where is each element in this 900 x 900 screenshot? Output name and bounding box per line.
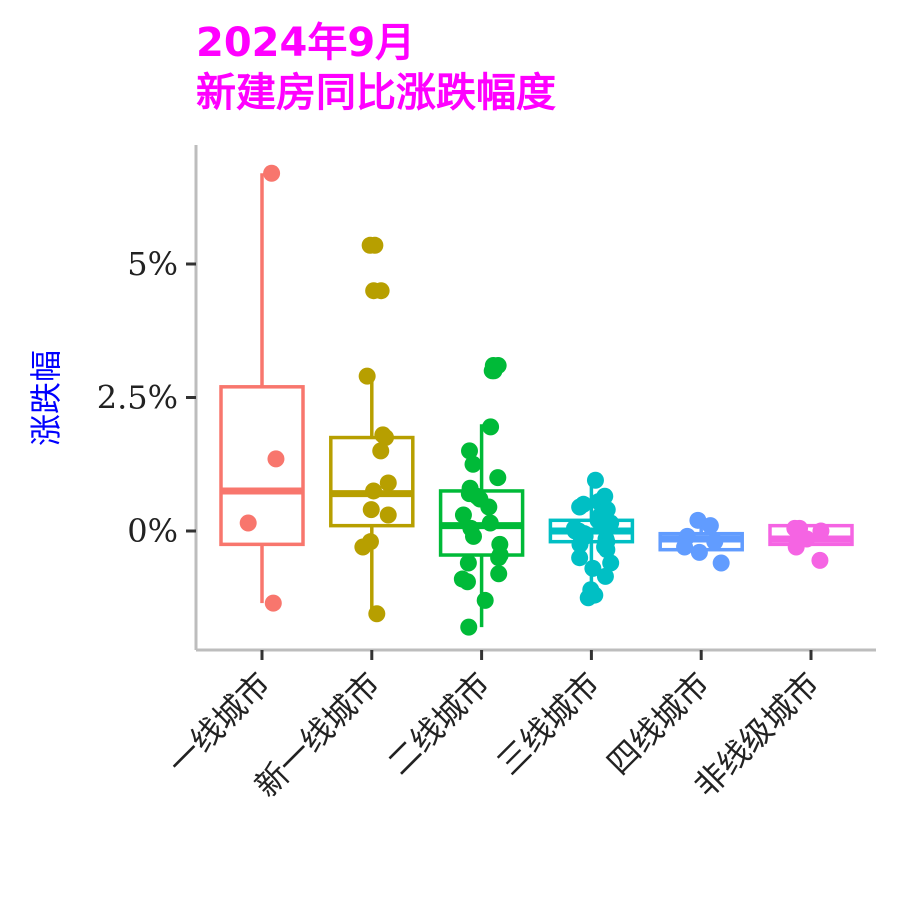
- data-point: [372, 442, 390, 460]
- data-point: [586, 471, 604, 489]
- data-point: [596, 567, 614, 585]
- data-point: [489, 469, 507, 487]
- data-point: [490, 565, 508, 583]
- data-point: [379, 474, 397, 492]
- x-tick-label: 二线城市: [380, 665, 497, 782]
- data-point: [480, 498, 498, 516]
- data-point: [571, 498, 589, 516]
- data-point: [368, 605, 386, 623]
- data-point: [464, 455, 482, 473]
- data-point: [379, 506, 397, 524]
- data-point: [267, 450, 285, 468]
- data-point: [362, 501, 380, 519]
- data-point: [490, 549, 508, 567]
- data-point: [358, 367, 376, 385]
- data-point: [264, 594, 282, 612]
- data-point: [263, 164, 281, 182]
- data-point: [676, 538, 694, 556]
- data-point: [366, 236, 384, 254]
- data-point: [482, 418, 500, 436]
- data-point: [365, 482, 383, 500]
- y-tick-label: 0%: [127, 512, 178, 550]
- data-point: [459, 554, 477, 572]
- data-point: [239, 514, 257, 532]
- data-point: [476, 591, 494, 609]
- data-point: [365, 282, 383, 300]
- data-point: [712, 554, 730, 572]
- data-point: [458, 573, 476, 591]
- data-point: [811, 551, 829, 569]
- y-tick-label: 5%: [127, 245, 178, 283]
- data-point: [464, 527, 482, 545]
- data-point: [571, 549, 589, 567]
- data-point: [690, 543, 708, 561]
- box: [219, 385, 305, 547]
- data-point: [579, 589, 597, 607]
- x-tick-label: 三线城市: [490, 665, 607, 782]
- data-point: [485, 362, 503, 380]
- data-point: [701, 517, 719, 535]
- data-point: [481, 514, 499, 532]
- y-tick-label: 2.5%: [97, 379, 178, 417]
- data-point: [354, 538, 372, 556]
- data-point: [787, 538, 805, 556]
- data-point: [706, 533, 724, 551]
- data-point: [460, 618, 478, 636]
- box-plot: 0%2.5%5%一线城市新一线城市二线城市三线城市四线城市非线级城市: [97, 145, 876, 805]
